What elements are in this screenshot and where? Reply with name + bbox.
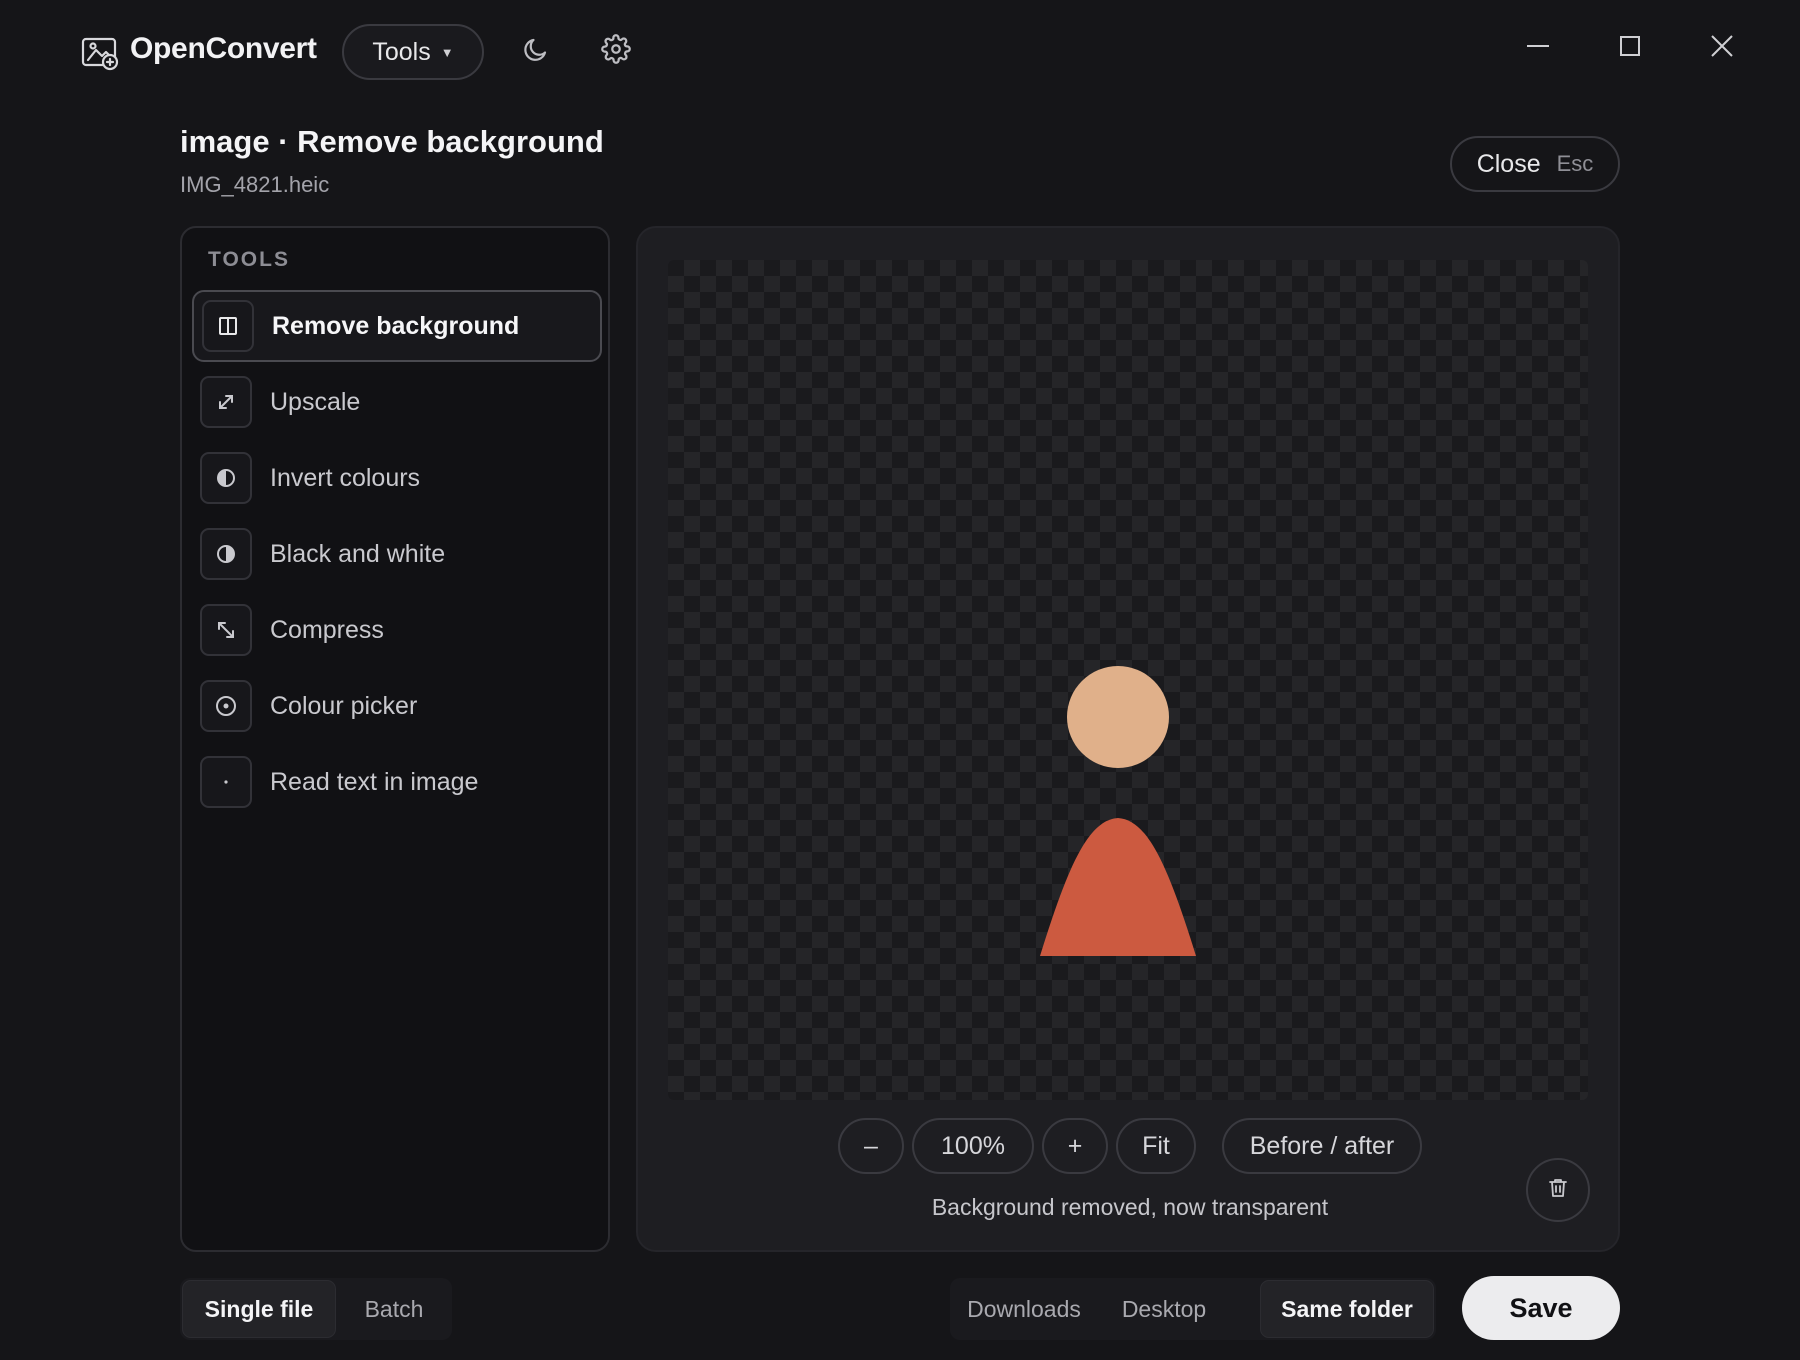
tool-label: Read text in image <box>270 767 479 796</box>
dot-icon <box>200 756 252 808</box>
tool-invert-colours[interactable]: Invert colours <box>192 442 602 514</box>
window-close-button[interactable] <box>1700 26 1744 70</box>
tool-black-and-white[interactable]: Black and white <box>192 518 602 590</box>
zoom-out-button[interactable]: – <box>838 1118 904 1174</box>
zoom-level[interactable]: 100% <box>912 1118 1034 1174</box>
tool-remove-background[interactable]: Remove background <box>192 290 602 362</box>
close-shortcut-hint: Esc <box>1556 151 1594 176</box>
preview-panel: – 100% + Fit Before / after Background r… <box>636 226 1620 1252</box>
destination-selector: Downloads Desktop Same folder <box>950 1278 1436 1340</box>
window-maximize-button[interactable] <box>1608 26 1652 70</box>
tool-compress[interactable]: Compress <box>192 594 602 666</box>
mode-single-file[interactable]: Single file <box>182 1280 336 1338</box>
tool-label: Remove background <box>272 311 520 340</box>
destination-downloads[interactable]: Downloads <box>952 1280 1096 1338</box>
tools-panel: TOOLS Remove background Upscale Invert c… <box>180 226 610 1252</box>
tools-dropdown-label: Tools <box>372 37 431 66</box>
close-icon <box>1709 33 1735 64</box>
title-bar: OpenConvert Tools ▼ <box>0 0 1800 102</box>
file-name: IMG_4821.heic <box>180 172 330 197</box>
target-icon <box>200 680 252 732</box>
tool-colour-picker[interactable]: Colour picker <box>192 670 602 742</box>
tool-label: Invert colours <box>270 463 421 492</box>
destination-same-folder[interactable]: Same folder <box>1260 1280 1434 1338</box>
tool-label: Colour picker <box>270 691 418 720</box>
minimize-icon <box>1525 33 1551 64</box>
tools-heading: TOOLS <box>208 248 290 271</box>
tool-upscale[interactable]: Upscale <box>192 366 602 438</box>
save-button[interactable]: Save <box>1462 1276 1620 1340</box>
tool-read-text-in-image[interactable]: Read text in image <box>192 746 602 818</box>
image-preview-canvas[interactable] <box>668 260 1588 1100</box>
close-button[interactable]: Close Esc <box>1450 136 1620 192</box>
tool-label: Black and white <box>270 539 446 568</box>
settings-button[interactable] <box>594 29 638 73</box>
subject-body <box>1040 818 1196 956</box>
caret-down-icon: ▼ <box>440 44 454 60</box>
app-window: OpenConvert Tools ▼ image · Remove backg… <box>0 0 1800 1360</box>
moon-icon <box>521 34 551 69</box>
maximize-icon <box>1617 33 1643 64</box>
destination-desktop[interactable]: Desktop <box>1098 1280 1230 1338</box>
contrast-icon <box>200 528 252 580</box>
status-message: Background removed, now transparent <box>931 1194 1329 1220</box>
mode-batch[interactable]: Batch <box>338 1280 450 1338</box>
gear-icon <box>601 33 631 69</box>
trash-icon <box>1546 1176 1570 1205</box>
compress-arrows-icon <box>200 604 252 656</box>
expand-arrows-icon <box>200 376 252 428</box>
close-button-label: Close <box>1476 149 1541 178</box>
window-minimize-button[interactable] <box>1516 26 1560 70</box>
image-converter-logo-icon <box>80 34 122 72</box>
before-after-button[interactable]: Before / after <box>1222 1118 1422 1174</box>
delete-button[interactable] <box>1526 1158 1590 1222</box>
tool-label: Compress <box>270 615 384 644</box>
mode-selector: Single file Batch <box>180 1278 452 1340</box>
split-square-icon <box>202 300 254 352</box>
tool-label: Upscale <box>270 387 361 416</box>
tools-dropdown[interactable]: Tools ▼ <box>342 24 484 80</box>
app-title: OpenConvert <box>130 32 317 65</box>
half-circle-icon <box>200 452 252 504</box>
subject-head <box>1067 666 1169 768</box>
fit-button[interactable]: Fit <box>1116 1118 1196 1174</box>
theme-toggle-button[interactable] <box>514 29 558 73</box>
zoom-controls: – 100% + Fit Before / after <box>638 1118 1622 1174</box>
zoom-in-button[interactable]: + <box>1042 1118 1108 1174</box>
subject-silhouette <box>1040 666 1196 956</box>
page-title: image · Remove background <box>180 124 604 159</box>
